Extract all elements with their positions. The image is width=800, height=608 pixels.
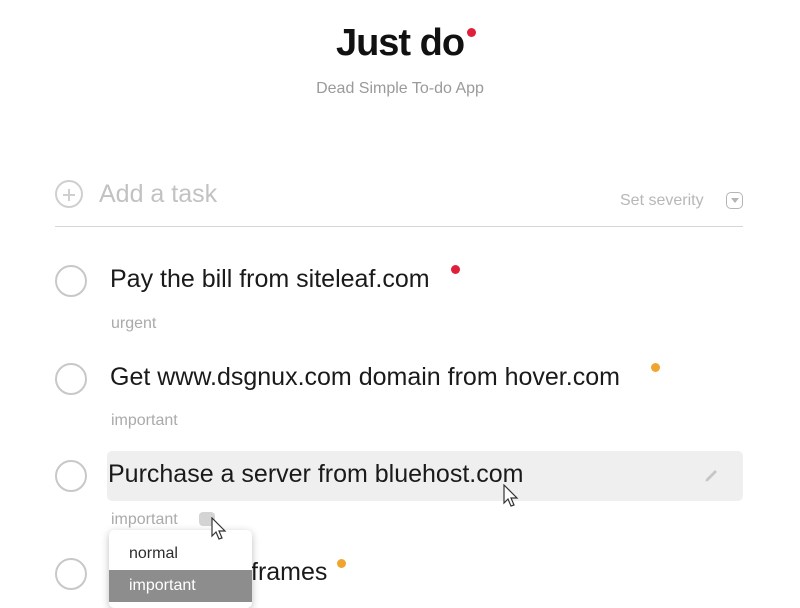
plus-circle-icon[interactable] — [55, 180, 83, 208]
task-severity[interactable]: important — [111, 511, 178, 529]
task-title[interactable]: Get www.dsgnux.com domain from hover.com — [110, 363, 620, 392]
severity-dot — [337, 559, 346, 568]
task-title[interactable]: Pay the bill from siteleaf.com — [110, 265, 430, 294]
severity-dropdown[interactable]: normal important — [109, 530, 252, 608]
chevron-down-icon[interactable] — [726, 192, 743, 209]
task-checkbox[interactable] — [55, 265, 87, 297]
dropdown-option-normal[interactable]: normal — [109, 538, 252, 570]
severity-dot — [651, 363, 660, 372]
app-subtitle: Dead Simple To-do App — [316, 80, 484, 97]
task-checkbox[interactable] — [55, 558, 87, 590]
task-severity[interactable]: urgent — [111, 315, 156, 333]
task-checkbox[interactable] — [55, 363, 87, 395]
task-checkbox[interactable] — [55, 460, 87, 492]
title-dot — [467, 28, 477, 37]
add-task-input[interactable]: Add a task — [99, 180, 217, 209]
app-title: Just do — [0, 22, 800, 65]
task-title[interactable]: Purchase a server from bluehost.com — [108, 460, 523, 489]
mouse-cursor-icon — [503, 484, 519, 507]
dropdown-option-important[interactable]: important — [109, 570, 252, 602]
pencil-icon[interactable] — [703, 466, 721, 484]
task-title[interactable]: frames — [251, 558, 327, 587]
mouse-cursor-icon — [211, 517, 227, 540]
severity-dot — [451, 265, 460, 274]
set-severity-label[interactable]: Set severity — [620, 192, 704, 210]
app-title-text: Just do — [335, 22, 465, 64]
divider — [55, 226, 743, 227]
task-severity[interactable]: important — [111, 412, 178, 430]
